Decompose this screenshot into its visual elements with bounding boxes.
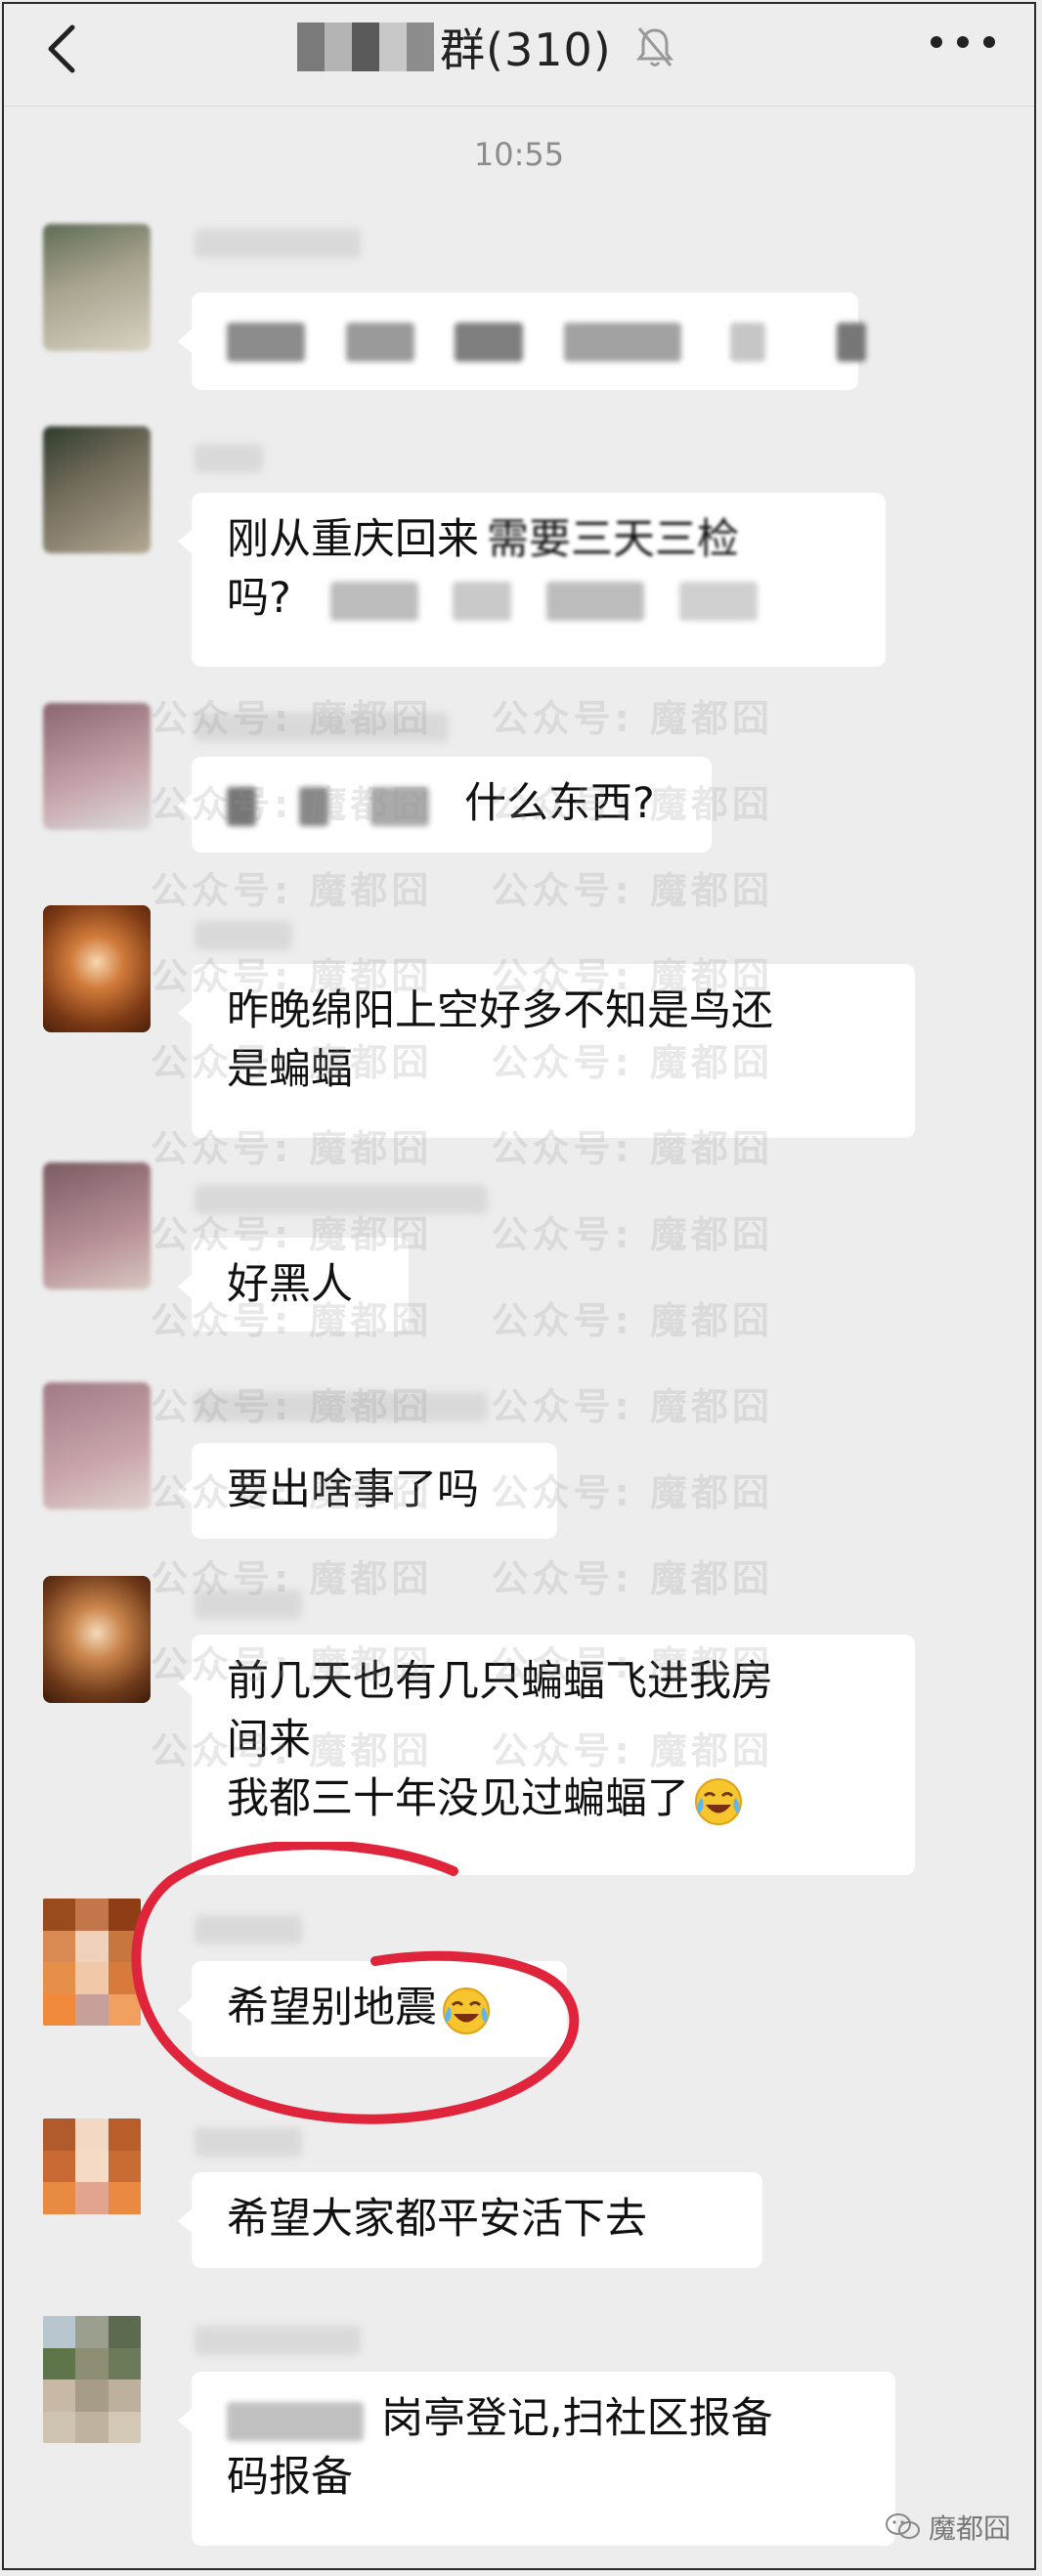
nickname-redacted — [195, 1590, 302, 1619]
wechat-logo-icon — [885, 2513, 920, 2539]
message-text: 好黑人 — [227, 1260, 353, 1309]
nickname-redacted — [195, 444, 263, 473]
message-bubble[interactable] — [178, 292, 867, 390]
message-bubble[interactable]: 希望大家都平安活下去 — [178, 2172, 762, 2268]
corner-watermark: 魔都囧 — [885, 2508, 1011, 2547]
message-text: 吗? — [227, 574, 291, 623]
message-text: 间来 — [227, 1716, 311, 1765]
nickname-redacted — [195, 229, 361, 258]
message-text: 希望大家都平安活下去 — [227, 2195, 647, 2244]
message-bubble[interactable]: 好黑人 — [178, 1238, 409, 1332]
message-text: 岗亭登记,扫社区报备 — [381, 2394, 773, 2443]
message-text: 码报备 — [227, 2453, 353, 2502]
message-text: 我都三十年没见过蝙蝠了 — [227, 1774, 689, 1823]
chat-title: 群(310) — [297, 12, 674, 82]
message-text: 希望别地震 — [227, 1984, 437, 2032]
avatar[interactable] — [43, 2316, 141, 2443]
message-bubble[interactable]: 希望别地震 — [178, 1961, 567, 2057]
avatar[interactable] — [43, 1382, 151, 1509]
nickname-redacted — [195, 1392, 488, 1421]
chat-window: 群(310) 10:55 刚从重庆回来 需要三天三检 吗? 什么东西? 昨晚绵阳… — [2, 2, 1036, 2570]
avatar[interactable] — [43, 1576, 151, 1703]
title-redacted — [297, 22, 434, 71]
chevron-left-icon[interactable] — [43, 20, 82, 78]
avatar[interactable] — [43, 703, 151, 830]
message-text: 前几天也有几只蝙蝠飞进我房 — [227, 1657, 773, 1706]
message-text: 是蝙蝠 — [227, 1045, 353, 1094]
message-bubble[interactable]: 岗亭登记,扫社区报备 码报备 — [178, 2372, 895, 2546]
message-text: 要出啥事了吗 — [227, 1465, 479, 1514]
avatar[interactable] — [43, 1899, 141, 2026]
avatar[interactable] — [43, 2118, 141, 2246]
avatar[interactable] — [43, 905, 151, 1032]
chat-header: 群(310) — [4, 4, 1034, 107]
nickname-redacted — [195, 1915, 302, 1944]
message-text: 需要三天三检 — [487, 515, 739, 564]
avatar[interactable] — [43, 1162, 151, 1289]
message-bubble[interactable]: 前几天也有几只蝙蝠飞进我房 间来 我都三十年没见过蝙蝠了 — [178, 1635, 915, 1875]
crying-laughing-emoji-icon — [695, 1777, 742, 1825]
bell-off-icon — [635, 27, 673, 66]
nickname-redacted — [195, 713, 449, 742]
nickname-redacted — [195, 921, 292, 950]
nickname-redacted — [195, 2326, 361, 2355]
message-text: 什么东西? — [464, 779, 655, 828]
message-bubble[interactable]: 什么东西? — [178, 757, 712, 852]
message-timestamp: 10:55 — [473, 136, 565, 173]
avatar[interactable] — [43, 224, 151, 351]
nickname-redacted — [195, 1185, 488, 1214]
message-text: 昨晚绵阳上空好多不知是鸟还 — [227, 986, 773, 1035]
crying-laughing-emoji-icon — [443, 1987, 490, 2034]
nickname-redacted — [195, 2127, 302, 2157]
message-bubble[interactable]: 要出啥事了吗 — [178, 1443, 557, 1539]
message-text: 刚从重庆回来 — [227, 515, 479, 564]
message-bubble[interactable]: 昨晚绵阳上空好多不知是鸟还 是蝙蝠 — [178, 964, 915, 1138]
message-bubble[interactable]: 刚从重庆回来 需要三天三检 吗? — [178, 493, 886, 667]
more-dots-icon[interactable] — [931, 33, 995, 51]
avatar[interactable] — [43, 426, 151, 553]
chat-title-text: 群(310) — [440, 23, 612, 76]
corner-watermark-text: 魔都囧 — [928, 2512, 1011, 2545]
